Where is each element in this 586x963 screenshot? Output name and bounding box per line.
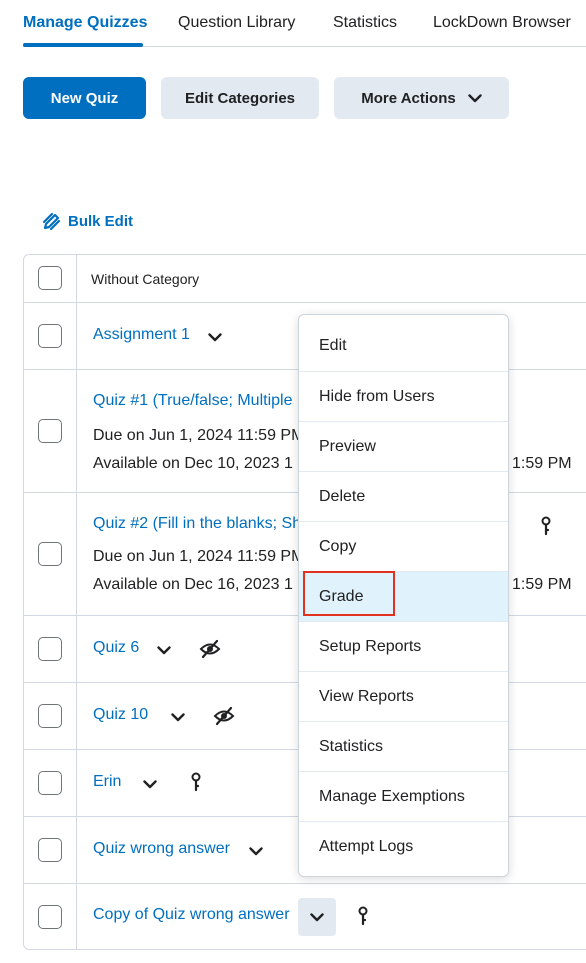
row-checkbox[interactable] [38,704,62,728]
due-date: Due on Jun 1, 2024 11:59 PM [93,548,305,565]
new-quiz-button[interactable]: New Quiz [23,77,146,119]
hidden-eye-icon [198,638,222,660]
menu-item-statistics[interactable]: Statistics [299,721,508,771]
active-tab-indicator [23,43,143,47]
bulk-edit-button[interactable]: Bulk Edit [42,211,133,231]
menu-item-grade[interactable]: Grade [299,571,508,621]
quiz-link[interactable]: Erin [93,773,121,791]
quiz-link[interactable]: Copy of Quiz wrong answer [93,906,290,924]
availability: Available on Dec 10, 2023 1 [93,455,293,472]
chevron-down-icon[interactable] [168,708,188,726]
chevron-down-icon[interactable] [205,328,225,346]
menu-item-hide-from-users[interactable]: Hide from Users [299,371,508,421]
row-checkbox[interactable] [38,324,62,348]
edit-categories-label: Edit Categories [184,89,296,107]
availability-end: 1:59 PM [512,455,572,472]
row-checkbox[interactable] [38,637,62,661]
more-actions-button[interactable]: More Actions [334,77,509,119]
checkbox-cell [24,303,77,369]
menu-item-preview[interactable]: Preview [299,421,508,471]
category-header: Without Category [91,271,200,287]
checkbox-cell [24,683,77,749]
quiz-link[interactable]: Quiz 6 [93,639,139,657]
new-quiz-label: New Quiz [50,89,119,107]
quiz-context-menu: Edit Hide from Users Preview Delete Copy… [298,314,509,877]
menu-item-view-reports[interactable]: View Reports [299,671,508,721]
table-header: Without Category [24,255,586,302]
checkbox-cell [24,750,77,816]
pencil-icon [42,212,61,231]
chevron-down-icon[interactable] [246,842,266,860]
menu-item-attempt-logs[interactable]: Attempt Logs [299,821,508,871]
checkbox-cell [24,493,77,615]
quiz-link[interactable]: Quiz 10 [93,706,148,724]
table-row: Copy of Quiz wrong answer [24,883,586,949]
row-checkbox[interactable] [38,771,62,795]
row-checkbox[interactable] [38,542,62,566]
menu-item-edit[interactable]: Edit [299,321,508,371]
key-icon [356,905,370,927]
checkbox-cell [24,884,77,949]
due-date: Due on Jun 1, 2024 11:59 PM [93,427,305,444]
tab-statistics[interactable]: Statistics [333,14,397,32]
chevron-down-icon[interactable] [298,898,336,936]
select-all-checkbox[interactable] [38,266,62,290]
quiz-link[interactable]: Quiz #1 (True/false; Multiple [93,392,292,410]
checkbox-cell [24,255,77,302]
checkbox-cell [24,616,77,682]
checkbox-cell [24,817,77,883]
tab-lockdown-browser[interactable]: LockDown Browser [433,14,571,32]
availability: Available on Dec 16, 2023 1 [93,576,293,593]
checkbox-cell [24,370,77,492]
menu-item-copy[interactable]: Copy [299,521,508,571]
menu-item-setup-reports[interactable]: Setup Reports [299,621,508,671]
hidden-eye-icon [212,705,236,727]
tab-question-library[interactable]: Question Library [178,14,295,32]
chevron-down-icon[interactable] [154,641,174,659]
row-checkbox[interactable] [38,419,62,443]
quiz-link[interactable]: Assignment 1 [93,326,190,344]
chevron-down-icon[interactable] [140,775,160,793]
menu-item-delete[interactable]: Delete [299,471,508,521]
row-checkbox[interactable] [38,838,62,862]
availability-end: 1:59 PM [512,576,572,593]
key-icon [539,515,553,537]
more-actions-label: More Actions [361,89,456,107]
edit-categories-button[interactable]: Edit Categories [161,77,319,119]
key-icon [189,771,203,793]
tab-manage-quizzes[interactable]: Manage Quizzes [23,14,147,32]
quiz-link[interactable]: Quiz #2 (Fill in the blanks; Sh [93,515,301,533]
menu-item-manage-exemptions[interactable]: Manage Exemptions [299,771,508,821]
bulk-edit-label: Bulk Edit [68,212,134,230]
quiz-link[interactable]: Quiz wrong answer [93,840,230,858]
row-checkbox[interactable] [38,905,62,929]
tab-bar: Manage Quizzes Question Library Statisti… [23,0,586,47]
chevron-down-icon [468,93,482,102]
